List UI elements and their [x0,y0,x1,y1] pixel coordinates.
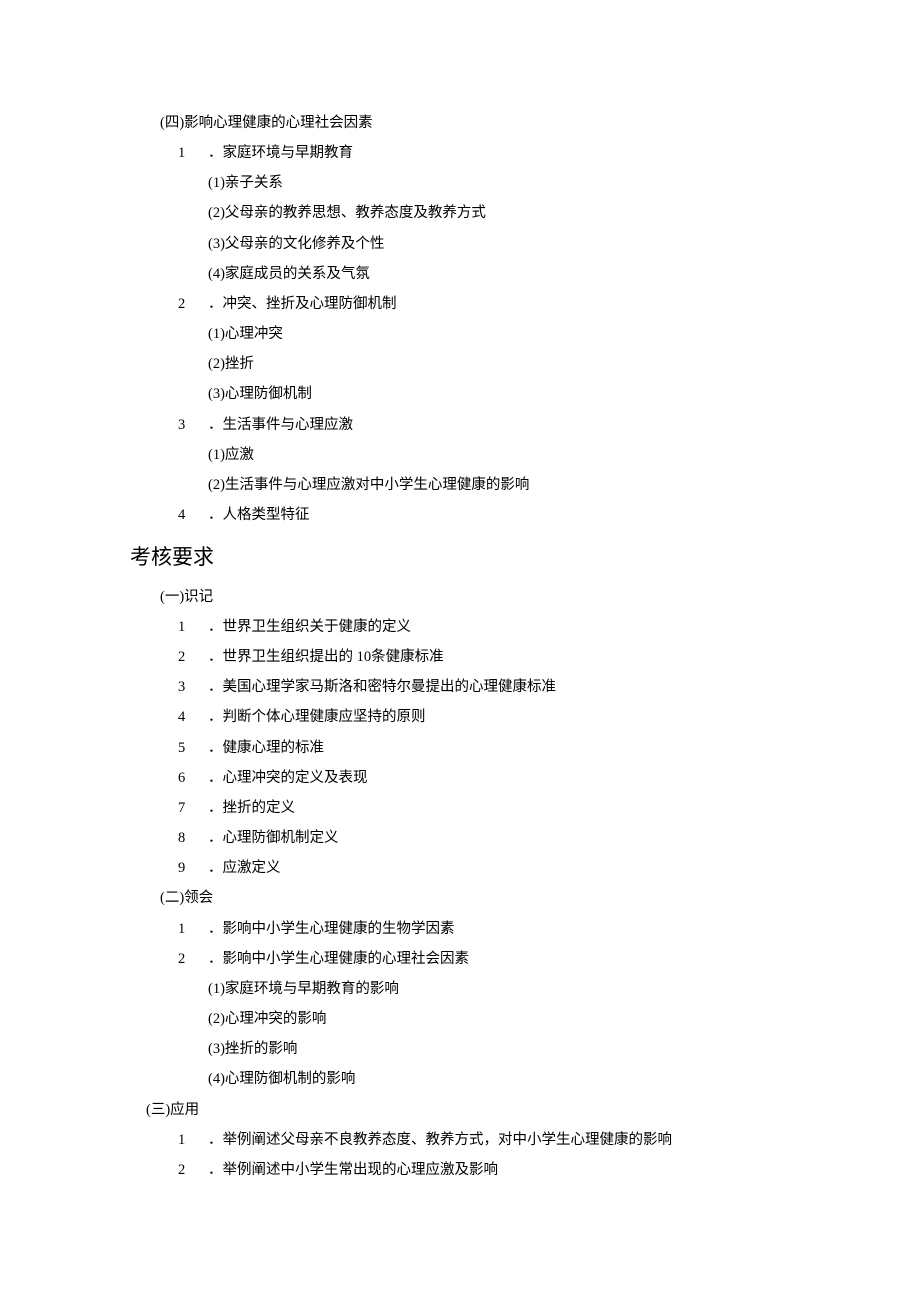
g2-item-2-sub-4: (4)心理防御机制的影响 [130,1064,790,1094]
g1-item-5: 5 ．健康心理的标准 [130,733,790,763]
item-1-sub-2: (2)父母亲的教养思想、教养态度及教养方式 [130,198,790,228]
g1-item-6-label: ．心理冲突的定义及表现 [208,770,368,786]
g1-item-3-num: 3 [178,672,196,702]
g1-item-7-num: 7 [178,793,196,823]
item-1-sub-1: (1)亲子关系 [130,168,790,198]
group-3-title: (三)应用 [130,1095,790,1125]
g1-item-2-num: 2 [178,642,196,672]
item-2-sub-3: (3)心理防御机制 [130,379,790,409]
item-3-label: ．生活事件与心理应激 [208,417,353,433]
item-4-num: 4 [178,500,196,530]
g1-item-7-label: ．挫折的定义 [208,800,295,816]
g1-item-3: 3 ．美国心理学家马斯洛和密特尔曼提出的心理健康标准 [130,672,790,702]
g1-item-5-label: ．健康心理的标准 [208,740,324,756]
g1-item-9-num: 9 [178,853,196,883]
item-1-sub-4: (4)家庭成员的关系及气氛 [130,259,790,289]
g1-item-1-num: 1 [178,612,196,642]
g2-item-1: 1 ．影响中小学生心理健康的生物学因素 [130,914,790,944]
item-3-sub-1: (1)应激 [130,440,790,470]
item-4: 4 ．人格类型特征 [130,500,790,530]
g3-item-2-num: 2 [178,1155,196,1185]
item-1-sub-3: (3)父母亲的文化修养及个性 [130,229,790,259]
group-1-title: (一)识记 [130,582,790,612]
item-3-num: 3 [178,410,196,440]
g3-item-2: 2 ．举例阐述中小学生常出现的心理应激及影响 [130,1155,790,1185]
item-2: 2 ．冲突、挫折及心理防御机制 [130,289,790,319]
item-3-sub-2: (2)生活事件与心理应激对中小学生心理健康的影响 [130,470,790,500]
g3-item-1-num: 1 [178,1125,196,1155]
g2-item-2-label: ．影响中小学生心理健康的心理社会因素 [208,951,469,967]
g1-item-7: 7 ．挫折的定义 [130,793,790,823]
item-2-sub-1: (1)心理冲突 [130,319,790,349]
item-1: 1 ．家庭环境与早期教育 [130,138,790,168]
g1-item-5-num: 5 [178,733,196,763]
g1-item-4: 4 ．判断个体心理健康应坚持的原则 [130,702,790,732]
g2-item-2-sub-2: (2)心理冲突的影响 [130,1004,790,1034]
item-4-label: ．人格类型特征 [208,507,310,523]
item-2-label: ．冲突、挫折及心理防御机制 [208,296,397,312]
g2-item-2: 2 ．影响中小学生心理健康的心理社会因素 [130,944,790,974]
g1-item-1: 1 ．世界卫生组织关于健康的定义 [130,612,790,642]
g1-item-8-label: ．心理防御机制定义 [208,830,339,846]
g1-item-2-label: ．世界卫生组织提出的 10条健康标准 [208,649,444,665]
g2-item-2-num: 2 [178,944,196,974]
g2-item-2-sub-3: (3)挫折的影响 [130,1034,790,1064]
section-4-title: (四)影响心理健康的心理社会因素 [130,108,790,138]
g1-item-2: 2 ．世界卫生组织提出的 10条健康标准 [130,642,790,672]
g1-item-4-num: 4 [178,702,196,732]
g2-item-1-num: 1 [178,914,196,944]
g3-item-2-label: ．举例阐述中小学生常出现的心理应激及影响 [208,1162,498,1178]
g1-item-9: 9 ．应激定义 [130,853,790,883]
g1-item-4-label: ．判断个体心理健康应坚持的原则 [208,709,426,725]
g1-item-3-label: ．美国心理学家马斯洛和密特尔曼提出的心理健康标准 [208,679,556,695]
item-1-num: 1 [178,138,196,168]
exam-heading: 考核要求 [130,536,790,580]
item-2-num: 2 [178,289,196,319]
g2-item-1-label: ．影响中小学生心理健康的生物学因素 [208,921,455,937]
g1-item-8: 8 ．心理防御机制定义 [130,823,790,853]
item-3: 3 ．生活事件与心理应激 [130,410,790,440]
g1-item-8-num: 8 [178,823,196,853]
group-2-title: (二)领会 [130,883,790,913]
g3-item-1: 1 ．举例阐述父母亲不良教养态度、教养方式，对中小学生心理健康的影响 [130,1125,790,1155]
g1-item-1-label: ．世界卫生组织关于健康的定义 [208,619,411,635]
g1-item-6-num: 6 [178,763,196,793]
g2-item-2-sub-1: (1)家庭环境与早期教育的影响 [130,974,790,1004]
item-2-sub-2: (2)挫折 [130,349,790,379]
g1-item-6: 6 ．心理冲突的定义及表现 [130,763,790,793]
g1-item-9-label: ．应激定义 [208,860,281,876]
g3-item-1-label: ．举例阐述父母亲不良教养态度、教养方式，对中小学生心理健康的影响 [208,1132,672,1148]
item-1-label: ．家庭环境与早期教育 [208,145,353,161]
